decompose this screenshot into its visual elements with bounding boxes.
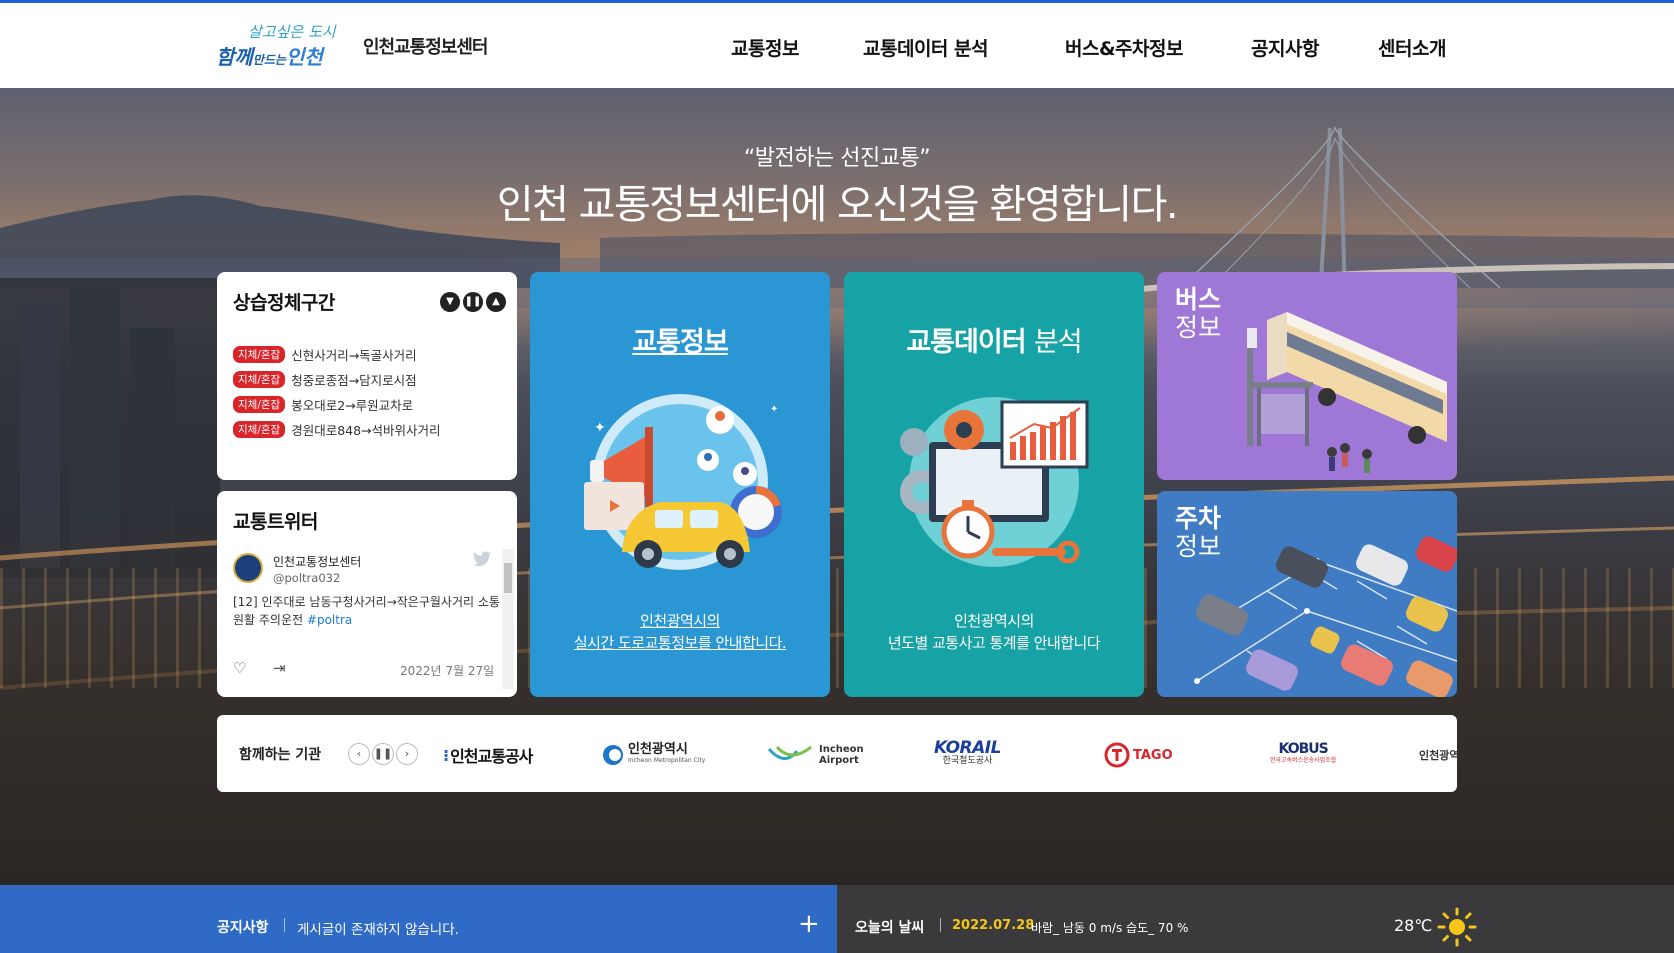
notice-title[interactable]: 공지사항 <box>217 917 269 937</box>
tweet-text: [12] 인주대로 남동구청사거리→작은구월사거리 소통 원활 주의운전 #po… <box>233 595 500 627</box>
avatar[interactable] <box>233 553 263 583</box>
traffic-info-title[interactable]: 교통정보 <box>530 320 830 359</box>
congestion-up-button[interactable]: ▲ <box>486 292 506 312</box>
list-item[interactable]: 지체/혼잡 청중로종점→담지로시점 <box>233 367 441 392</box>
tweet-scrollbar[interactable] <box>502 549 514 689</box>
partners-bar: 함께하는 기관 ‹ ❚❚ › ⁝ 인천교통공사 인천광역시 Incheon Met… <box>217 715 1457 792</box>
status-badge: 지체/혼잡 <box>233 371 286 388</box>
partner-logo-incheon-city-2[interactable]: 인천광역 <box>1419 741 1457 769</box>
congestion-list: 지체/혼잡 신현사거리→독골사거리 지체/혼잡 청중로종점→담지로시점 지체/혼잡 봉… <box>233 342 441 442</box>
hero-title: 인천 교통정보센터에 오신것을 환영합니다. <box>496 182 1179 228</box>
congestion-down-button[interactable]: ▼ <box>440 292 460 312</box>
traffic-illustration-icon: ✦✦ <box>584 394 782 570</box>
route-text: 경원대로848→석바위사거리 <box>291 423 441 438</box>
incheon-city-emblem-icon <box>603 745 623 765</box>
logo-main: 함께만드는인천 <box>216 45 323 69</box>
heart-icon[interactable]: ♡ <box>233 659 246 677</box>
weather-info: 바람_ 남동 0 m/s 습도_ 70 % <box>1031 921 1189 935</box>
traffic-data-analysis-title[interactable]: 교통데이터 분석 <box>844 320 1144 359</box>
partners-label: 함께하는 기관 <box>239 747 322 763</box>
tago-emblem-icon <box>1104 742 1130 768</box>
status-badge: 지체/혼잡 <box>233 346 286 363</box>
svg-text:✦: ✦ <box>594 420 606 436</box>
nav-traffic-data-analysis[interactable]: 교통데이터 분석 <box>863 34 988 61</box>
partners-pause-button[interactable]: ❚❚ <box>372 743 394 765</box>
traffic-data-analysis-card[interactable]: 교통데이터 분석 인천광역시의 년도별 교통사고 통계를 안내합니다 <box>844 272 1144 697</box>
congestion-card: 상습정체구간 ▼ ❚❚ ▲ 지체/혼잡 신현사거리→독골사거리 지체/혼잡 청중로종… <box>217 272 517 480</box>
parking-info-card[interactable]: 주차 정보 <box>1157 491 1457 697</box>
tweet-hashtag[interactable]: #poltra <box>307 613 352 627</box>
traffic-info-description[interactable]: 인천광역시의 실시간 도로교통정보를 안내합니다. <box>530 610 830 654</box>
bus-illustration-icon <box>1247 312 1447 473</box>
partner-logo-incheon-transit[interactable]: ⁝ 인천교통공사 <box>443 741 533 769</box>
tweet-author-name[interactable]: 인천교통정보센터 <box>273 553 361 570</box>
partners-next-button[interactable]: › <box>396 743 418 765</box>
notice-more-plus-icon[interactable]: + <box>798 909 820 939</box>
twitter-title: 교통트위터 <box>233 511 318 533</box>
route-text: 청중로종점→담지로시점 <box>291 373 417 388</box>
share-icon[interactable]: ⇥ <box>273 659 286 677</box>
route-text: 봉오대로2→루원교차로 <box>291 398 414 413</box>
bus-info-title[interactable]: 버스 정보 <box>1175 286 1221 342</box>
nav-center-intro[interactable]: 센터소개 <box>1378 34 1446 61</box>
partner-logo-tago[interactable]: TAGO <box>1104 741 1173 769</box>
partner-logo-incheon-airport[interactable]: Incheon Airport <box>767 741 864 769</box>
list-item[interactable]: 지체/혼잡 경원대로848→석바위사거리 <box>233 417 441 442</box>
tweet-author-handle[interactable]: @poltra032 <box>273 571 340 585</box>
route-text: 신현사거리→독골사거리 <box>291 348 417 363</box>
svg-text:✦: ✦ <box>770 404 778 415</box>
partner-logo-korail[interactable]: KORAIL 한국철도공사 <box>934 740 1001 769</box>
traffic-data-analysis-description[interactable]: 인천광역시의 년도별 교통사고 통계를 안내합니다 <box>844 610 1144 654</box>
weather-temperature: 28℃ <box>1394 916 1433 935</box>
nav-notice[interactable]: 공지사항 <box>1251 34 1319 61</box>
site-logo[interactable]: 살고싶은 도시 함께만드는인천 <box>216 21 356 73</box>
parking-lot-illustration-icon <box>1194 536 1457 697</box>
twitter-card: 교통트위터 인천교통정보센터 @poltra032 [12] 인주대로 남동구청… <box>217 491 517 697</box>
nav-bus-parking-info[interactable]: 버스&주차정보 <box>1065 34 1183 61</box>
incheon-airport-wave-icon <box>767 745 812 760</box>
data-analysis-illustration-icon <box>900 397 1089 567</box>
weather-date: 2022.07.28 <box>952 918 1035 933</box>
list-item[interactable]: 지체/혼잡 신현사거리→독골사거리 <box>233 342 441 367</box>
header: 살고싶은 도시 함께만드는인천 인천교통정보센터 교통정보 교통데이터 분석 버… <box>0 3 1674 88</box>
status-badge: 지체/혼잡 <box>233 421 286 438</box>
partner-logo-kobus[interactable]: KOBUS 한국고속버스운송사업조합 <box>1270 741 1336 769</box>
bus-info-card[interactable]: 버스 정보 <box>1157 272 1457 480</box>
notice-bar: 공지사항 게시글이 존재하지 않습니다. + <box>0 885 837 953</box>
twitter-bird-icon[interactable] <box>473 551 491 567</box>
traffic-info-card[interactable]: 교통정보 ✦ ✦ 인천광역시의 실시간 도로교통정보를 안내합니다. <box>530 272 830 697</box>
congestion-pause-button[interactable]: ❚❚ <box>463 292 483 312</box>
weather-bar: 오늘의 날씨 2022.07.28 바람_ 남동 0 m/s 습도_ 70 % … <box>837 885 1674 953</box>
status-badge: 지체/혼잡 <box>233 396 286 413</box>
site-name[interactable]: 인천교통정보센터 <box>363 33 488 59</box>
nav-traffic-info[interactable]: 교통정보 <box>731 34 799 61</box>
tweet-date[interactable]: 2022년 7월 27일 <box>400 662 494 679</box>
partner-logo-incheon-city[interactable]: 인천광역시 Incheon Metropolitan City <box>602 741 705 769</box>
weather-title: 오늘의 날씨 <box>855 920 925 936</box>
partners-prev-button[interactable]: ‹ <box>348 743 370 765</box>
notice-text[interactable]: 게시글이 존재하지 않습니다. <box>297 918 459 938</box>
list-item[interactable]: 지체/혼잡 봉오대로2→루원교차로 <box>233 392 441 417</box>
logo-tagline: 살고싶은 도시 <box>248 23 336 41</box>
congestion-title: 상습정체구간 <box>233 292 335 314</box>
hero-subtitle: “발전하는 선진교통” <box>743 146 931 171</box>
sun-icon <box>1437 907 1477 947</box>
